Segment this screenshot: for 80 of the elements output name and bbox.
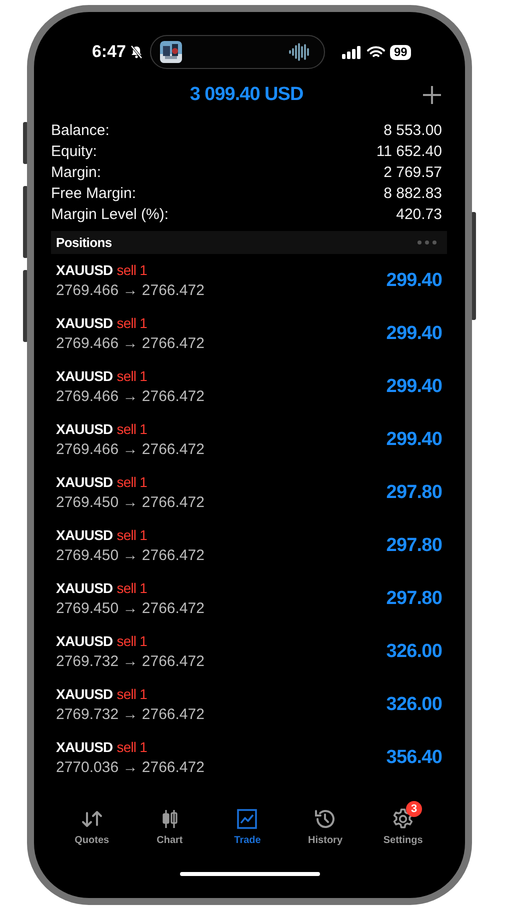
summary-value: 8 882.83 [384,185,442,202]
position-row[interactable]: XAUUSD sell 1 2769.732 → 2766.472 326.00 [51,678,442,731]
history-icon [314,808,336,830]
position-profit: 299.40 [386,376,442,398]
position-prices: 2769.466 → 2766.472 [56,335,204,352]
position-prices: 2769.732 → 2766.472 [56,653,204,670]
add-icon[interactable] [422,85,442,105]
position-prices: 2769.466 → 2766.472 [56,282,204,299]
position-row[interactable]: XAUUSD sell 1 2769.732 → 2766.472 326.00 [51,625,442,678]
notification-badge: 3 [406,801,422,817]
position-profit: 326.00 [386,640,442,662]
summary-label: Balance: [51,122,110,139]
position-symbol: XAUUSD [56,315,113,331]
position-symbol: XAUUSD [56,421,113,437]
position-row[interactable]: XAUUSD sell 1 2769.466 → 2766.472 299.40 [51,307,442,360]
tab-bar-item[interactable]: Trade [212,799,282,846]
position-side: sell 1 [116,527,148,543]
position-symbol: XAUUSD [56,368,113,384]
summary-value: 8 553.00 [384,122,442,139]
position-profit: 299.40 [386,270,442,292]
position-prices: 2769.732 → 2766.472 [56,706,204,723]
position-prices: 2770.036 → 2766.472 [56,759,204,776]
wifi-icon [367,46,385,58]
position-symbol: XAUUSD [56,633,113,649]
position-side: sell 1 [116,739,148,755]
position-side: sell 1 [116,421,148,437]
position-row[interactable]: XAUUSD sell 1 2770.036 → 2766.472 356.40 [51,731,442,784]
position-profit: 299.40 [386,322,442,344]
position-side: sell 1 [116,580,148,596]
position-symbol: XAUUSD [56,580,113,596]
position-side: sell 1 [116,474,148,490]
muted-bell-icon [130,45,143,59]
status-time: 6:47 [92,42,126,62]
position-profit: 297.80 [386,534,442,556]
position-side: sell 1 [116,315,148,331]
summary-value: 2 769.57 [384,164,442,181]
more-icon[interactable] [417,240,437,245]
line-chart-icon [237,809,258,829]
position-row[interactable]: XAUUSD sell 1 2769.466 → 2766.472 299.40 [51,360,442,413]
position-prices: 2769.466 → 2766.472 [56,388,204,405]
position-side: sell 1 [116,368,148,384]
position-symbol: XAUUSD [56,686,113,702]
position-symbol: XAUUSD [56,262,113,278]
position-symbol: XAUUSD [56,474,113,490]
position-profit: 356.40 [386,746,442,768]
position-prices: 2769.450 → 2766.472 [56,600,204,617]
summary-value: 420.73 [396,206,442,223]
summary-label: Free Margin: [51,185,136,202]
summary-label: Margin: [51,164,102,181]
battery-indicator: 99 [390,44,412,60]
position-profit: 326.00 [386,694,442,716]
position-row[interactable]: XAUUSD sell 1 2769.466 → 2766.472 299.40 [51,413,442,466]
signal-icon [342,46,362,58]
audio-wave-icon [288,43,310,61]
candlestick-icon [160,809,179,829]
position-profit: 297.80 [386,588,442,610]
position-symbol: XAUUSD [56,527,113,543]
account-balance-title: 3 099.40 USD [190,84,304,106]
tab-bar-item[interactable]: History [290,799,360,846]
position-profit: 297.80 [386,482,442,504]
position-row[interactable]: XAUUSD sell 1 2769.450 → 2766.472 297.80 [51,572,442,625]
tab-bar-item[interactable]: Chart [134,799,205,846]
position-side: sell 1 [116,686,148,702]
position-prices: 2769.450 → 2766.472 [56,494,204,511]
tab-bar-item[interactable]: 3 Settings [368,799,438,846]
summary-label: Equity: [51,143,97,160]
position-side: sell 1 [116,262,148,278]
summary-label: Margin Level (%): [51,206,169,223]
summary-value: 11 652.40 [376,143,442,160]
up-down-arrows-icon [80,809,103,829]
position-prices: 2769.450 → 2766.472 [56,547,204,564]
position-row[interactable]: XAUUSD sell 1 2769.450 → 2766.472 297.80 [51,466,442,519]
tab-bar-item[interactable]: Quotes [56,799,127,846]
position-symbol: XAUUSD [56,739,113,755]
position-prices: 2769.466 → 2766.472 [56,441,204,458]
position-side: sell 1 [116,633,148,649]
position-row[interactable]: XAUUSD sell 1 2769.466 → 2766.472 299.40 [51,254,442,307]
position-profit: 299.40 [386,428,442,450]
section-title: Positions [56,235,112,250]
position-row[interactable]: XAUUSD sell 1 2769.450 → 2766.472 297.80 [51,519,442,572]
